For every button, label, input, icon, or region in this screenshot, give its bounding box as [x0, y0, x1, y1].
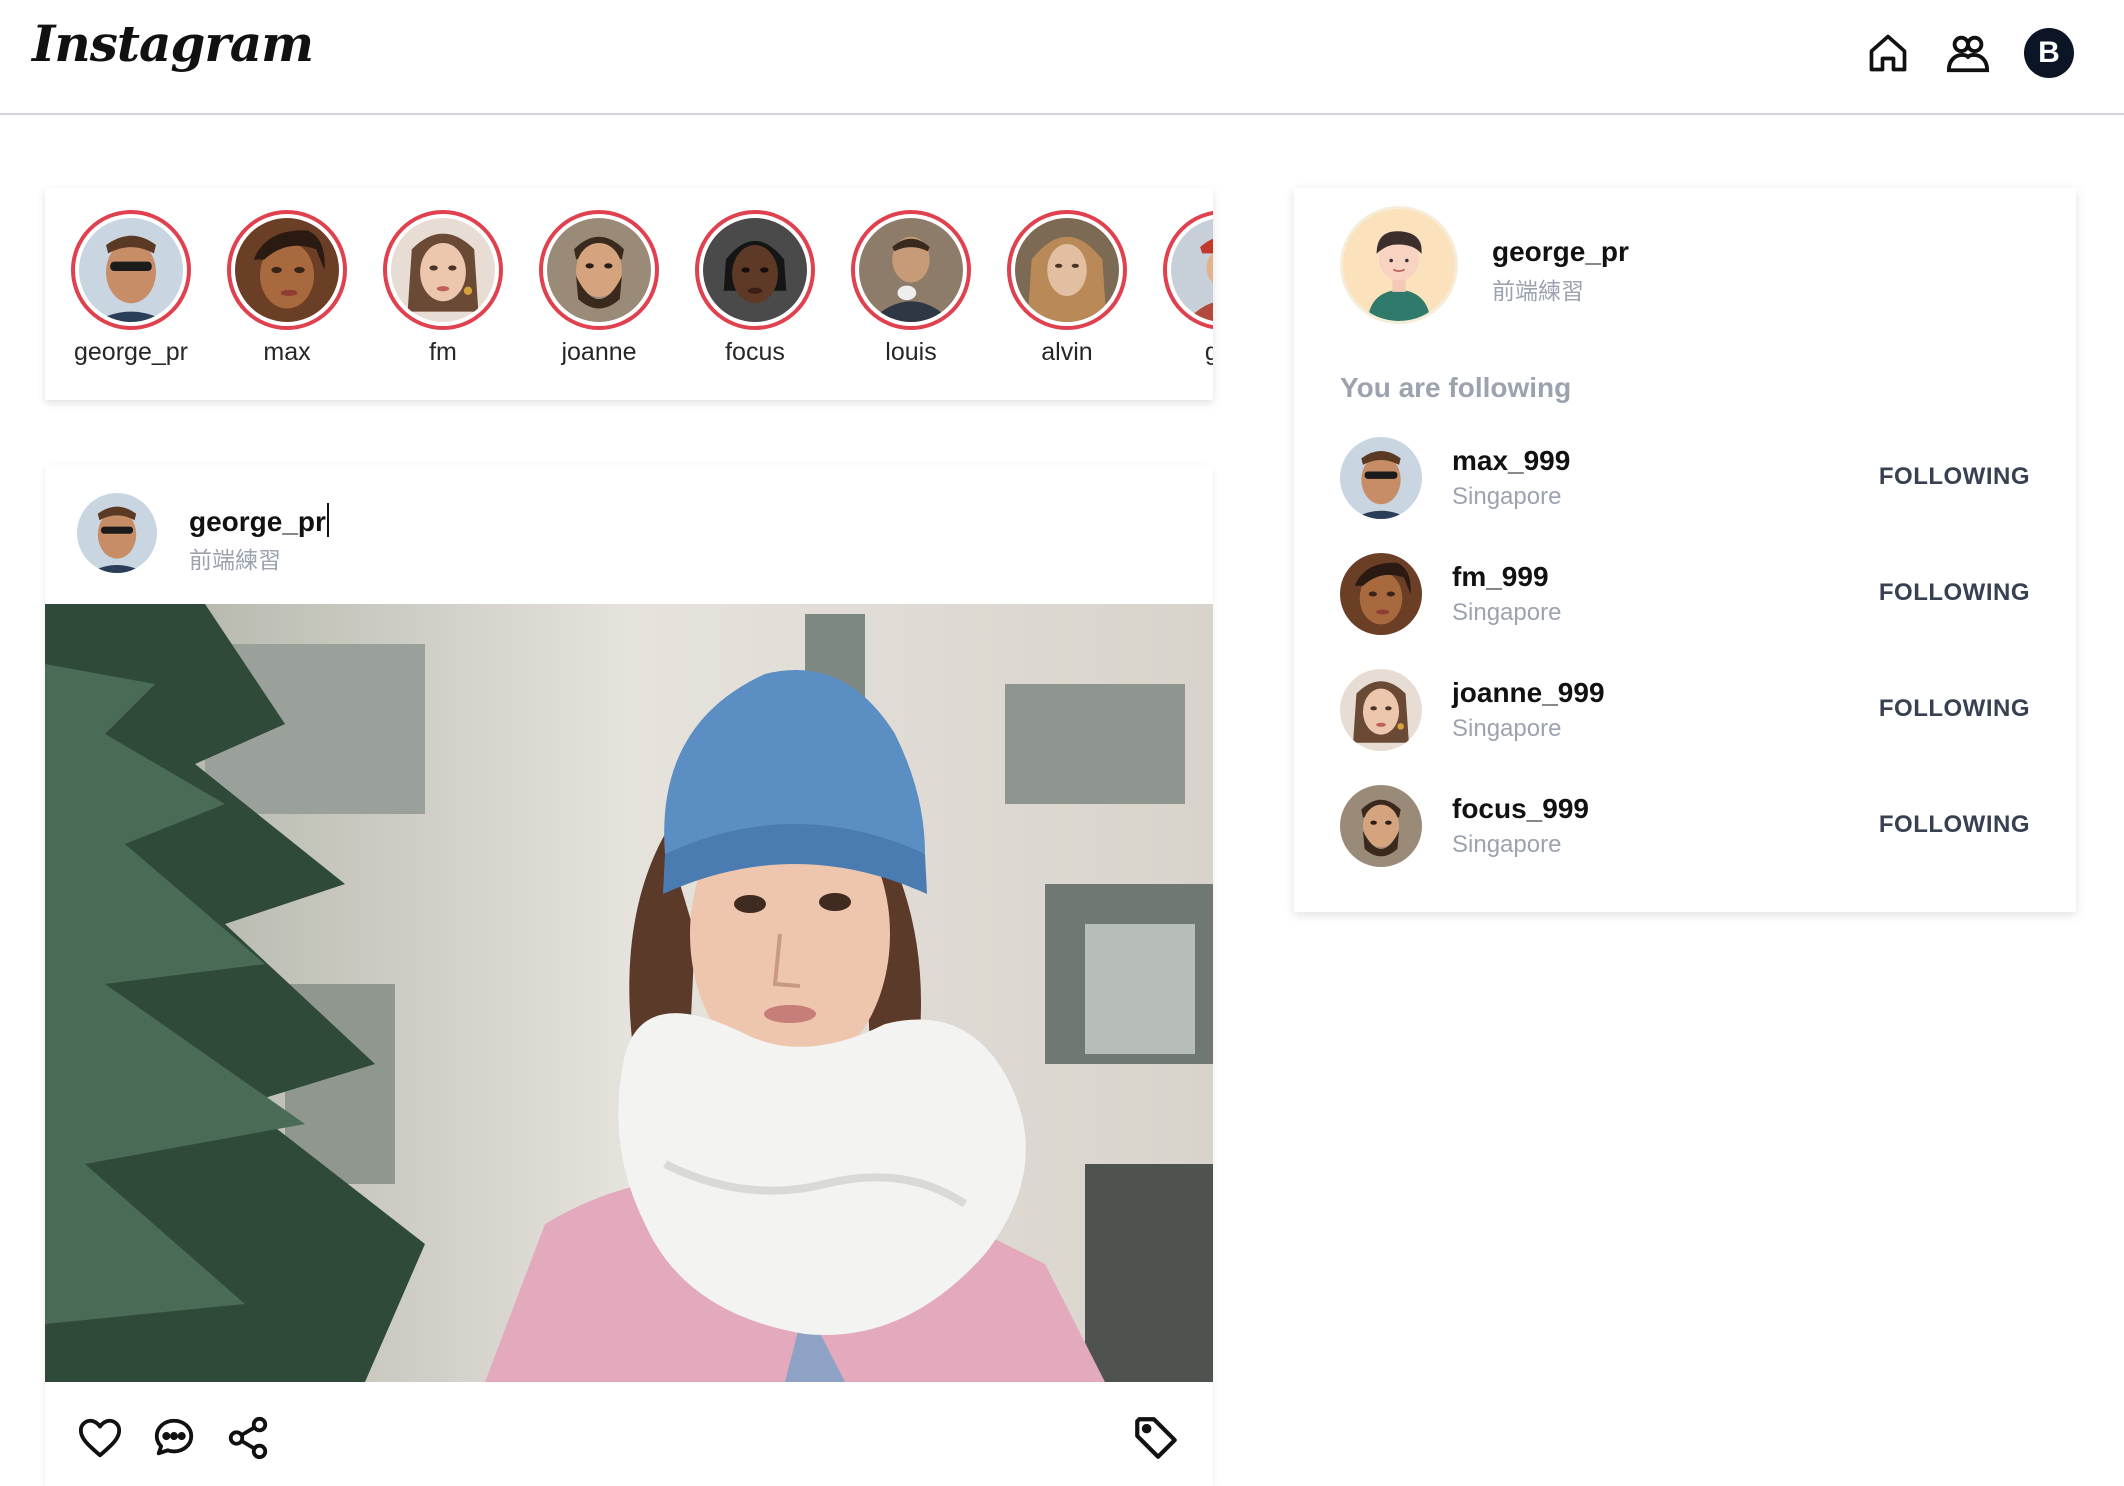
story-name: alvin	[1041, 338, 1093, 366]
following-avatar[interactable]	[1340, 553, 1422, 635]
following-location: Singapore	[1452, 599, 1562, 626]
following-row: focus_999 Singapore FOLLOWING	[1340, 785, 2030, 869]
story-joanne[interactable]: joanne	[521, 210, 677, 367]
story-fm[interactable]: fm	[365, 210, 521, 367]
post-author-avatar[interactable]	[77, 493, 157, 573]
post-author-username[interactable]: george_pr	[189, 503, 329, 538]
story-alvin[interactable]: alvin	[989, 210, 1145, 367]
story-ring	[1007, 210, 1127, 330]
post-card: george_pr 前端練習	[45, 465, 1213, 1486]
following-button[interactable]: FOLLOWING	[1879, 695, 2030, 723]
home-icon[interactable]	[1864, 29, 1912, 77]
story-ring	[695, 210, 815, 330]
post-actions	[77, 1415, 271, 1461]
following-username[interactable]: focus_999	[1452, 793, 1589, 825]
story-max[interactable]: max	[209, 210, 365, 367]
following-username[interactable]: max_999	[1452, 445, 1570, 477]
following-avatar[interactable]	[1340, 669, 1422, 751]
following-button[interactable]: FOLLOWING	[1879, 811, 2030, 839]
share-icon[interactable]	[225, 1415, 271, 1461]
following-avatar[interactable]	[1340, 437, 1422, 519]
tag-icon[interactable]	[1131, 1413, 1181, 1463]
following-button[interactable]: FOLLOWING	[1879, 579, 2030, 607]
following-location: Singapore	[1452, 831, 1562, 858]
story-avatar	[1171, 218, 1213, 322]
following-location: Singapore	[1452, 715, 1562, 742]
following-row: max_999 Singapore FOLLOWING	[1340, 437, 2030, 521]
story-avatar	[391, 218, 495, 322]
heart-icon[interactable]	[77, 1415, 123, 1461]
story-ring	[539, 210, 659, 330]
profile-avatar[interactable]	[1340, 206, 1458, 324]
following-location: Singapore	[1452, 483, 1562, 510]
following-button[interactable]: FOLLOWING	[1879, 463, 2030, 491]
following-row: joanne_999 Singapore FOLLOWING	[1340, 669, 2030, 753]
post-image[interactable]	[45, 604, 1213, 1382]
instagram-logo[interactable]: Instagram	[32, 14, 314, 73]
story-avatar	[859, 218, 963, 322]
story-ring	[227, 210, 347, 330]
profile-subtitle: 前端練習	[1492, 278, 1584, 304]
profile-panel: george_pr 前端練習 You are following max_999…	[1294, 188, 2076, 912]
story-name: louis	[885, 338, 937, 366]
user-avatar-button[interactable]: B	[2024, 28, 2074, 78]
story-avatar	[235, 218, 339, 322]
following-username[interactable]: joanne_999	[1452, 677, 1605, 709]
story-avatar	[1015, 218, 1119, 322]
story-george_pr[interactable]: george_pr	[53, 210, 209, 367]
story-name: gra	[1204, 338, 1213, 366]
story-name: joanne	[561, 338, 637, 366]
following-username[interactable]: fm_999	[1452, 561, 1549, 593]
story-name: fm	[429, 338, 457, 366]
nav-icons: B	[1864, 28, 2074, 78]
following-row: fm_999 Singapore FOLLOWING	[1340, 553, 2030, 637]
stories-bar: george_pr max fm joanne focus louis alvi…	[45, 188, 1213, 400]
story-avatar	[703, 218, 807, 322]
story-name: max	[263, 338, 311, 366]
story-gra[interactable]: gra	[1145, 210, 1213, 367]
following-avatar[interactable]	[1340, 785, 1422, 867]
story-name: george_pr	[74, 338, 188, 366]
story-ring	[851, 210, 971, 330]
story-ring	[71, 210, 191, 330]
story-name: focus	[725, 338, 785, 366]
story-ring	[1163, 210, 1213, 330]
following-heading: You are following	[1340, 372, 1572, 403]
story-ring	[383, 210, 503, 330]
story-focus[interactable]: focus	[677, 210, 833, 367]
story-louis[interactable]: louis	[833, 210, 989, 367]
comment-icon[interactable]	[151, 1415, 197, 1461]
users-icon[interactable]	[1944, 29, 1992, 77]
story-avatar	[79, 218, 183, 322]
story-avatar	[547, 218, 651, 322]
top-navigation-bar: Instagram B	[0, 0, 2124, 115]
post-author-subtitle: 前端練習	[189, 547, 281, 573]
profile-username[interactable]: george_pr	[1492, 236, 1629, 268]
